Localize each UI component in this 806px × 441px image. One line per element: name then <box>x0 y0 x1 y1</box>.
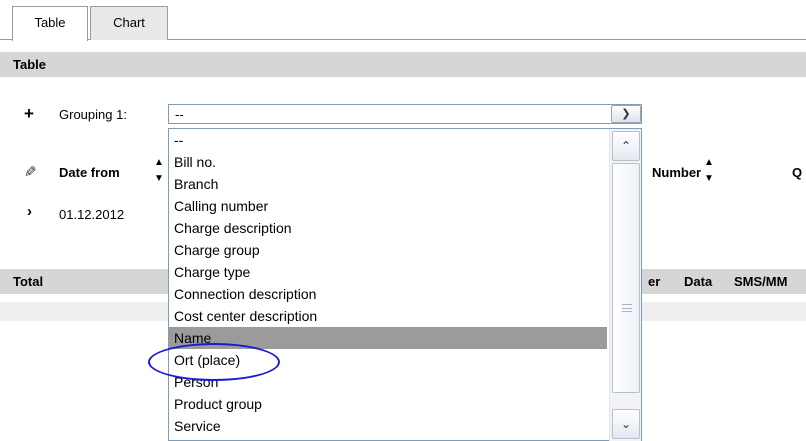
dropdown-option[interactable]: Product group <box>169 393 607 415</box>
edit-pencil-icon[interactable]: ✎ <box>24 163 37 181</box>
sort-desc-icon[interactable]: ▼ <box>704 174 714 184</box>
grouping-label: Grouping 1: <box>59 107 127 122</box>
scroll-up-icon[interactable]: ⌃ <box>612 131 640 161</box>
tab-chart[interactable]: Chart <box>90 6 168 40</box>
dropdown-scrollbar[interactable]: ⌃ ⌄ <box>609 129 641 441</box>
chevron-down-icon[interactable]: ❯ <box>611 105 641 123</box>
sort-desc-icon[interactable]: ▼ <box>154 174 164 184</box>
column-header-number[interactable]: Number <box>652 165 701 180</box>
total-header-sms: SMS/MM <box>734 274 788 289</box>
dropdown-option[interactable]: Connection description <box>169 283 607 305</box>
tab-table[interactable]: Table <box>12 6 88 41</box>
dropdown-option[interactable]: Charge type <box>169 261 607 283</box>
add-grouping-icon[interactable]: + <box>24 104 34 124</box>
total-header-partial: er <box>648 274 661 289</box>
dropdown-option[interactable]: Calling number <box>169 195 607 217</box>
sort-asc-icon[interactable]: ▲ <box>154 158 164 168</box>
scrollbar-thumb[interactable] <box>612 163 640 393</box>
total-section-title: Total <box>13 274 44 289</box>
row-date: 01.12.2012 <box>59 207 125 222</box>
dropdown-option[interactable]: -- <box>169 129 607 151</box>
sort-asc-icon[interactable]: ▲ <box>704 158 714 168</box>
dropdown-option[interactable]: Charge group <box>169 239 607 261</box>
grouping-dropdown-list[interactable]: -- Bill no. Branch Calling number Charge… <box>168 128 642 441</box>
grouping-select[interactable]: -- <box>168 104 642 124</box>
dropdown-option[interactable]: Bill no. <box>169 151 607 173</box>
table-section-header: Table <box>0 52 806 77</box>
dropdown-option[interactable]: Charge description <box>169 217 607 239</box>
dropdown-option[interactable]: Branch <box>169 173 607 195</box>
table-section-title: Table <box>13 57 46 72</box>
grip-icon <box>622 304 632 312</box>
grouping-selected-value: -- <box>175 107 184 122</box>
annotation-ellipse <box>148 343 280 381</box>
scroll-down-icon[interactable]: ⌄ <box>612 409 640 439</box>
column-header-partial[interactable]: Q <box>792 165 802 180</box>
column-header-date-from[interactable]: Date from <box>59 165 120 180</box>
total-header-data: Data <box>684 274 713 289</box>
expand-row-icon[interactable]: › <box>27 203 32 220</box>
dropdown-option[interactable]: Cost center description <box>169 305 607 327</box>
dropdown-option[interactable]: Service <box>169 415 607 437</box>
